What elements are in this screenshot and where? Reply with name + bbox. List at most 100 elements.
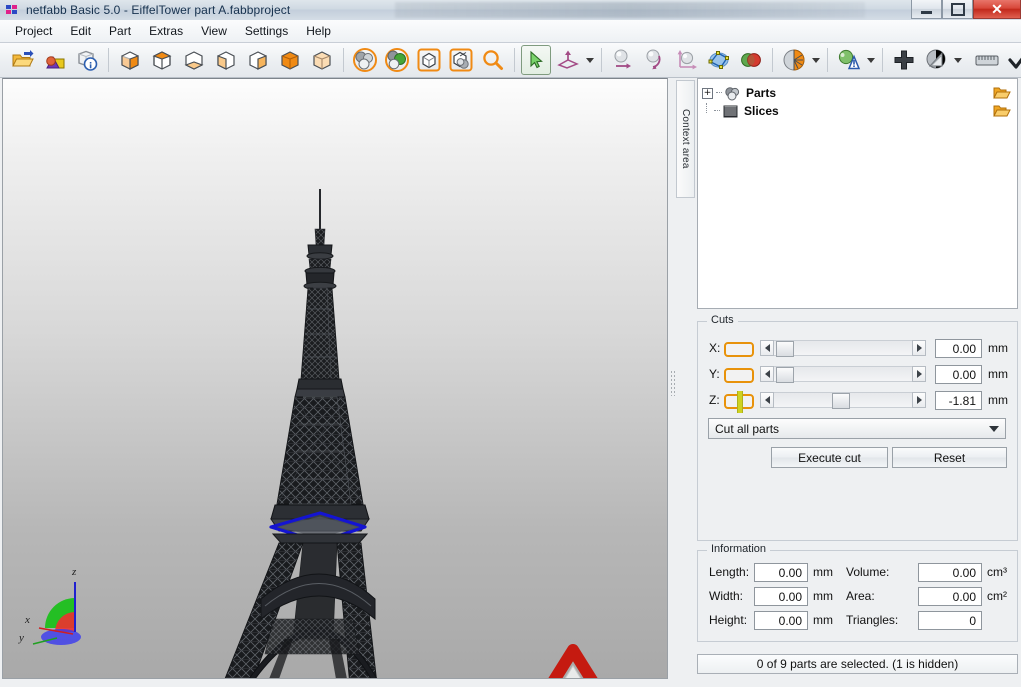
measure-icon[interactable] <box>972 45 1002 75</box>
tree-connector <box>716 92 722 94</box>
menu-item-settings[interactable]: Settings <box>236 21 297 41</box>
view-left-icon[interactable] <box>211 45 241 75</box>
scale-icon[interactable] <box>672 45 702 75</box>
viewport-canvas[interactable]: z x y <box>3 79 667 678</box>
area-unit: cm² <box>987 589 1007 603</box>
zoom-part-icon[interactable] <box>446 45 476 75</box>
menu-item-help[interactable]: Help <box>297 21 340 41</box>
folder-open-icon-parts[interactable] <box>993 85 1011 103</box>
cut-z-track[interactable] <box>774 392 912 409</box>
cut-plane-y-icon <box>724 365 754 385</box>
part-info-icon[interactable] <box>72 45 102 75</box>
expand-parts-icon[interactable]: + <box>702 87 713 99</box>
menu-item-edit[interactable]: Edit <box>61 21 100 41</box>
view-right-icon[interactable] <box>243 45 273 75</box>
arrow-right-icon-x[interactable] <box>912 340 926 356</box>
height-unit: mm <box>813 613 833 627</box>
menu-item-project[interactable]: Project <box>6 21 61 41</box>
boolean-icon[interactable] <box>736 45 766 75</box>
bounding-box-icon[interactable] <box>414 45 444 75</box>
arrow-right-icon-z[interactable] <box>912 392 926 408</box>
area-label: Area: <box>846 589 875 603</box>
cut-y-track[interactable] <box>774 366 912 383</box>
view-isometric-icon[interactable] <box>115 45 145 75</box>
toolbar-separator <box>601 48 602 72</box>
move-mesh-icon[interactable] <box>553 45 583 75</box>
main-toolbar <box>0 43 1021 78</box>
minimize-icon <box>921 10 932 14</box>
menu-item-extras[interactable]: Extras <box>140 21 192 41</box>
rotate-icon[interactable] <box>640 45 670 75</box>
toolbar-separator <box>514 48 515 72</box>
cut-z-unit: mm <box>988 393 1008 407</box>
chevron-down-icon-cut[interactable] <box>810 46 821 74</box>
toolbar-separator <box>882 48 883 72</box>
view-back-icon[interactable] <box>307 45 337 75</box>
cuts-legend: Cuts <box>707 314 738 326</box>
netfabb-logo-icon <box>6 4 20 16</box>
tree-item-slices[interactable]: Slices <box>698 102 1017 120</box>
axis-gizmo: z x y <box>15 558 111 654</box>
netfabb-window: netfabb Basic 5.0 - EiffelTower part A.f… <box>0 0 1021 687</box>
arrow-left-icon-z[interactable] <box>760 392 774 408</box>
menu-item-view[interactable]: View <box>192 21 236 41</box>
3d-viewport[interactable]: z x y <box>2 78 668 679</box>
triangles-value: 0 <box>918 611 982 630</box>
view-top-icon[interactable] <box>147 45 177 75</box>
zoom-icon[interactable] <box>478 45 508 75</box>
cut-x-track[interactable] <box>774 340 912 357</box>
close-icon: ✕ <box>991 1 1003 17</box>
cut-plane-x-icon <box>724 339 754 359</box>
translate-icon[interactable] <box>608 45 638 75</box>
arrow-right-icon-y[interactable] <box>912 366 926 382</box>
close-button[interactable]: ✕ <box>973 0 1021 19</box>
select-shells-icon[interactable] <box>382 45 412 75</box>
width-unit: mm <box>813 589 833 603</box>
view-front-icon[interactable] <box>275 45 305 75</box>
shell-icon[interactable] <box>921 45 951 75</box>
tree-item-parts[interactable]: + Parts <box>698 84 1017 102</box>
cut-icon[interactable] <box>779 45 809 75</box>
chevron-down-icon-repair[interactable] <box>865 46 876 74</box>
select-parts-icon[interactable] <box>350 45 380 75</box>
arrow-left-icon-y[interactable] <box>760 366 774 382</box>
cut-y-value[interactable]: 0.00 <box>935 365 982 384</box>
menu-item-part[interactable]: Part <box>100 21 140 41</box>
execute-cut-button[interactable]: Execute cut <box>771 447 888 468</box>
cut-y-slider[interactable] <box>760 366 926 383</box>
context-area-tab[interactable]: Context area <box>676 80 695 198</box>
add-part-icon[interactable] <box>40 45 70 75</box>
apply-check-icon[interactable] <box>1004 45 1021 75</box>
cut-z-slider[interactable] <box>760 392 926 409</box>
arrow-left-icon-x[interactable] <box>760 340 774 356</box>
chevron-down-icon-shell[interactable] <box>952 46 963 74</box>
cut-y-label: Y: <box>709 367 720 381</box>
cut-z-thumb[interactable] <box>832 393 850 409</box>
folder-open-icon-slices[interactable] <box>993 103 1011 121</box>
cut-x-thumb[interactable] <box>776 341 794 357</box>
minimize-button[interactable] <box>911 0 942 19</box>
cursor-select-icon[interactable] <box>521 45 551 75</box>
splitter-grip[interactable] <box>670 370 675 396</box>
project-tree[interactable]: + Parts Slices <box>697 78 1018 309</box>
repair-icon[interactable] <box>834 45 864 75</box>
cut-x-value[interactable]: 0.00 <box>935 339 982 358</box>
reset-button[interactable]: Reset <box>892 447 1007 468</box>
maximize-button[interactable] <box>942 0 973 19</box>
cut-x-unit: mm <box>988 341 1008 355</box>
slices-icon <box>722 103 740 119</box>
add-icon[interactable] <box>889 45 919 75</box>
cut-y-unit: mm <box>988 367 1008 381</box>
cut-mode-select[interactable]: Cut all parts <box>708 418 1006 439</box>
cut-x-slider[interactable] <box>760 340 926 357</box>
height-label: Height: <box>709 613 748 627</box>
cut-z-value[interactable]: -1.81 <box>935 391 982 410</box>
cut-y-thumb[interactable] <box>776 367 794 383</box>
cut-plane-z-icon <box>724 391 754 413</box>
mesh-edit-icon[interactable] <box>704 45 734 75</box>
maximize-icon <box>950 2 965 16</box>
chevron-down-icon-mesh[interactable] <box>584 46 595 74</box>
length-label: Length: <box>709 565 750 579</box>
open-project-icon[interactable] <box>8 45 38 75</box>
view-bottom-icon[interactable] <box>179 45 209 75</box>
